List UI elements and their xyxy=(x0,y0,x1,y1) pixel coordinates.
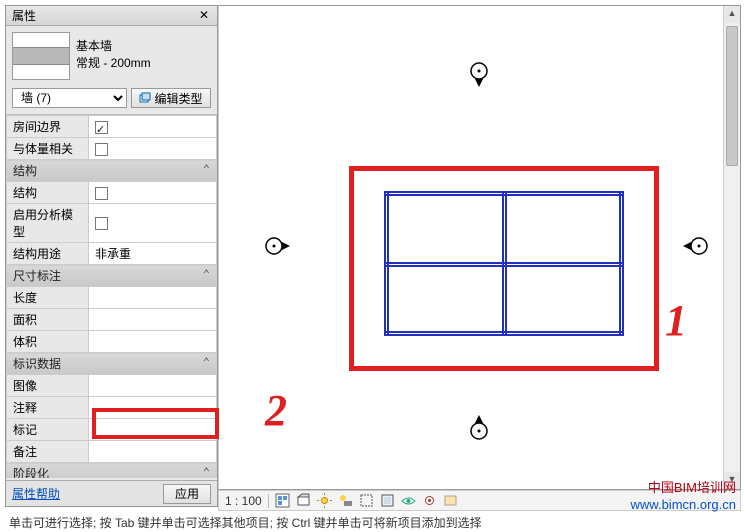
watermark-line1: 中国BIM培训网 xyxy=(631,480,736,497)
section-dimensions: 尺寸标注⌃ xyxy=(7,265,217,287)
visual-style-icon[interactable] xyxy=(296,493,311,508)
row-structural-use: 结构用途非承重 xyxy=(7,243,217,265)
properties-panel: 属性 ✕ 基本墙 常规 - 200mm 墙 (7) 编辑类型 房间边界 与体量相… xyxy=(5,5,218,507)
section-structure: 结构⌃ xyxy=(7,160,217,182)
checkbox-structural[interactable] xyxy=(95,187,108,200)
collapse-icon[interactable]: ⌃ xyxy=(203,162,210,176)
panel-title: 属性 xyxy=(12,7,36,24)
elevation-marker-west[interactable] xyxy=(264,236,284,256)
checkbox-enable-analysis[interactable] xyxy=(95,217,108,230)
wall-right xyxy=(619,191,624,336)
watermark-line2: www.bimcn.org.cn xyxy=(631,497,736,514)
vertical-scrollbar[interactable]: ▲ ▼ xyxy=(723,6,740,489)
type-text: 基本墙 常规 - 200mm xyxy=(76,32,151,72)
panel-titlebar[interactable]: 属性 ✕ xyxy=(6,6,217,26)
type-header: 基本墙 常规 - 200mm xyxy=(6,26,217,86)
checkbox-room-bounding[interactable] xyxy=(95,121,108,134)
wall-assembly[interactable] xyxy=(384,191,624,336)
collapse-icon[interactable]: ⌃ xyxy=(203,465,210,478)
watermark: 中国BIM培训网 www.bimcn.org.cn xyxy=(631,480,736,514)
elevation-marker-south[interactable] xyxy=(469,421,489,441)
row-structural: 结构 xyxy=(7,182,217,204)
row-enable-analysis: 启用分析模型 xyxy=(7,204,217,243)
detail-level-icon[interactable] xyxy=(275,493,290,508)
property-grid: 房间边界 与体量相关 结构⌃ 结构 启用分析模型 结构用途非承重 尺寸标注⌃ 长… xyxy=(6,114,217,478)
element-filter-select[interactable]: 墙 (7) xyxy=(12,88,127,108)
wall-mid-v xyxy=(502,191,507,336)
properties-help-link[interactable]: 属性帮助 xyxy=(12,485,60,502)
sun-path-icon[interactable] xyxy=(317,493,332,508)
view-scale[interactable]: 1 : 100 xyxy=(225,494,262,508)
apply-button[interactable]: 应用 xyxy=(163,484,211,504)
reveal-hidden-icon[interactable] xyxy=(422,493,437,508)
row-room-bounding: 房间边界 xyxy=(7,116,217,138)
edit-type-button[interactable]: 编辑类型 xyxy=(131,88,211,108)
elevation-marker-north[interactable] xyxy=(469,61,489,81)
family-type: 基本墙 xyxy=(76,38,151,55)
row-remarks: 备注 xyxy=(7,441,217,463)
section-identity: 标识数据⌃ xyxy=(7,353,217,375)
annotation-number-1: 1 xyxy=(665,295,687,346)
scroll-up-arrow[interactable]: ▲ xyxy=(724,6,740,23)
family-name: 常规 - 200mm xyxy=(76,55,151,72)
type-thumbnail xyxy=(12,32,70,80)
annotation-highlight-1 xyxy=(349,166,659,371)
collapse-icon[interactable]: ⌃ xyxy=(203,355,210,369)
wall-left xyxy=(384,191,389,336)
status-text: 单击可进行选择; 按 Tab 键并单击可选择其他项目; 按 Ctrl 键并单击可… xyxy=(9,516,482,530)
row-area: 面积 xyxy=(7,309,217,331)
row-image: 图像 xyxy=(7,375,217,397)
annotation-number-2: 2 xyxy=(265,385,287,436)
collapse-icon[interactable]: ⌃ xyxy=(203,267,210,281)
row-mass-related: 与体量相关 xyxy=(7,138,217,160)
row-comments: 注释 xyxy=(7,397,217,419)
crop-region-visible-icon[interactable] xyxy=(380,493,395,508)
row-volume: 体积 xyxy=(7,331,217,353)
hide-isolate-icon[interactable] xyxy=(401,493,416,508)
close-icon[interactable]: ✕ xyxy=(197,9,211,23)
edit-type-icon xyxy=(139,92,151,104)
crop-view-icon[interactable] xyxy=(359,493,374,508)
panel-footer: 属性帮助 应用 xyxy=(6,480,217,506)
status-bar: 单击可进行选择; 按 Tab 键并单击可选择其他项目; 按 Ctrl 键并单击可… xyxy=(5,512,741,530)
shadows-icon[interactable] xyxy=(338,493,353,508)
checkbox-mass-related[interactable] xyxy=(95,143,108,156)
drawing-canvas[interactable]: ▲ ▼ xyxy=(218,5,741,490)
row-length: 长度 xyxy=(7,287,217,309)
elevation-marker-east[interactable] xyxy=(689,236,709,256)
section-phasing: 阶段化⌃ xyxy=(7,463,217,479)
scrollbar-thumb[interactable] xyxy=(726,26,738,166)
temporary-view-icon[interactable] xyxy=(443,493,458,508)
row-mark: 标记 xyxy=(7,419,217,441)
